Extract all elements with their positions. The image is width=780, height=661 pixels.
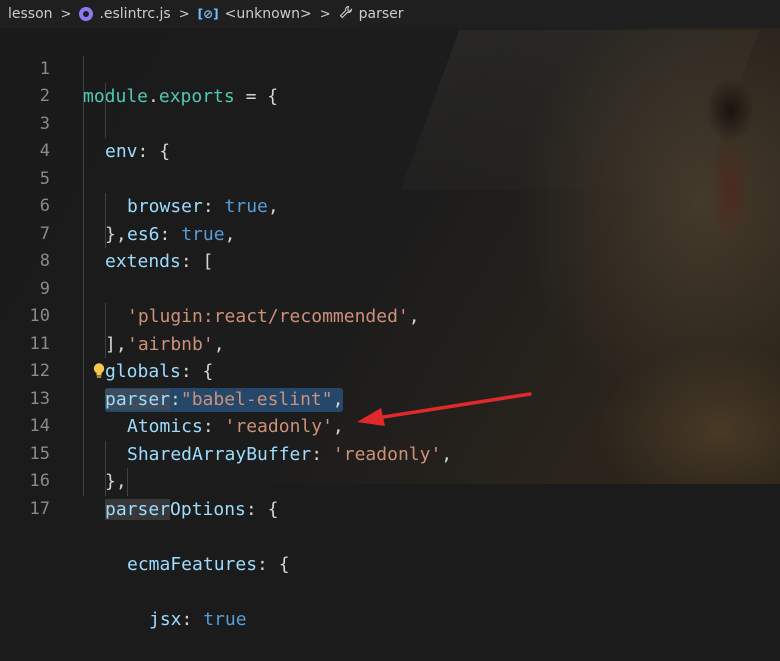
code-editor[interactable]: 1 module.exports = { 2 env: { 3 browser:… (0, 28, 780, 630)
indent-guide (83, 55, 84, 83)
indent-guide (83, 165, 84, 193)
indent-guide (83, 220, 84, 248)
code-token: jsx (149, 608, 182, 630)
indent-guide (83, 248, 84, 276)
indent-guide (83, 385, 84, 413)
indent-guide (83, 138, 84, 166)
code-token: : { (245, 498, 279, 520)
indent-guide (83, 275, 84, 303)
indent-guide (105, 303, 106, 331)
code-token: true (203, 608, 247, 630)
indent-guide (105, 83, 106, 111)
indent-guide (105, 330, 106, 358)
indent-guide (83, 468, 84, 496)
code-line: 2 env: { (0, 55, 780, 162)
code-line: 3 browser: true, (0, 83, 780, 217)
breadcrumb-item-parser[interactable]: parser (339, 5, 404, 23)
chevron-right-icon: > (60, 6, 72, 22)
indent-guide (83, 440, 84, 468)
breadcrumb-item-lesson[interactable]: lesson (8, 6, 53, 22)
indent-guide (83, 413, 84, 441)
code-line: 7 'plugin:react/recommended', (0, 193, 780, 327)
indent-guide (127, 468, 128, 496)
breadcrumb-label: <unknown> (224, 6, 312, 22)
indent-guide (83, 330, 84, 358)
indent-guide (83, 110, 84, 138)
code-token: : (181, 608, 204, 630)
code-token: , (332, 388, 344, 410)
code-line: 6 extends: [ (0, 165, 780, 272)
lightbulb-icon[interactable] (92, 362, 106, 380)
code-line: 8 'airbnb', (0, 220, 780, 355)
code-line: 16 ecmaFeatures: { (0, 440, 780, 575)
indent-guide (105, 468, 106, 496)
indent-guide (105, 110, 106, 138)
breadcrumb-item-file[interactable]: .eslintrc.js (79, 6, 171, 22)
code-line: 4 es6: true, (0, 110, 780, 245)
code-token: parser (105, 498, 171, 520)
variable-icon: [⊘] (197, 7, 219, 21)
chevron-right-icon: > (319, 6, 331, 22)
code-token: Options (170, 498, 246, 520)
text-selection: parser:"babel-eslint", (105, 387, 344, 412)
code-token: : (170, 388, 181, 410)
breadcrumb-item-unknown[interactable]: [⊘] <unknown> (198, 6, 312, 22)
code-line: 1 module.exports = { (0, 28, 780, 108)
code-line: 10 globals: { (0, 275, 780, 382)
indent-guide (83, 303, 84, 331)
code-token: ecmaFeatures (127, 553, 258, 575)
indent-guide (83, 193, 84, 221)
line-number: 17 (29, 498, 50, 519)
indent-guide (83, 83, 84, 111)
breadcrumb: lesson > .eslintrc.js > [⊘] <unknown> > … (0, 0, 780, 28)
code-token: : { (257, 553, 290, 575)
code-line: 12 SharedArrayBuffer: 'readonly', (0, 330, 780, 465)
code-token: "babel-eslint" (180, 388, 333, 410)
breadcrumb-label: parser (358, 6, 404, 22)
code-line: 5 }, (0, 138, 780, 245)
code-line: 11 Atomics: 'readonly', (0, 303, 780, 437)
breadcrumb-label: .eslintrc.js (99, 6, 171, 22)
code-line: 17 jsx: true (0, 468, 780, 630)
breadcrumb-label: lesson (8, 6, 53, 22)
indent-guide (105, 193, 106, 221)
code-line: 9 ], (0, 248, 780, 355)
indent-guide (105, 440, 106, 468)
code-token: parser (105, 388, 171, 410)
eslint-icon (79, 7, 94, 21)
annotation-arrow (357, 392, 532, 426)
code-line: 13 }, (0, 358, 780, 492)
wrench-icon (339, 5, 353, 23)
indent-guide (105, 220, 106, 248)
indent-guide (83, 358, 84, 386)
chevron-right-icon: > (178, 6, 190, 22)
